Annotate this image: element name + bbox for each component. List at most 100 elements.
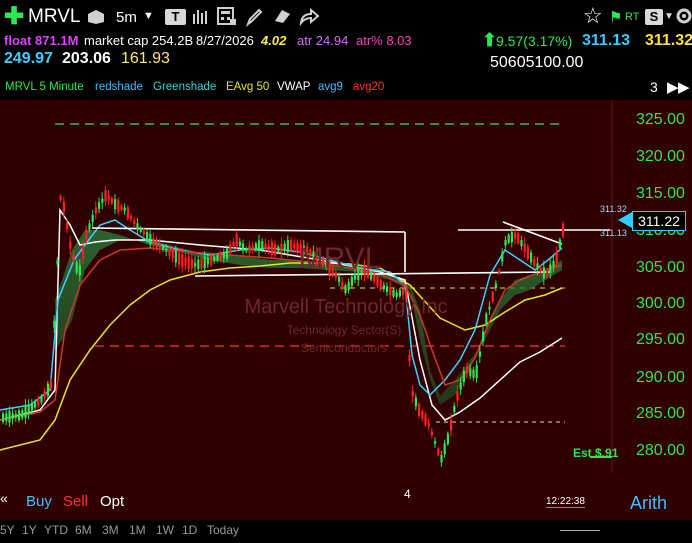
candle-body: [494, 283, 497, 289]
candle-body: [187, 256, 190, 269]
timeframe-5y[interactable]: 5Y: [0, 523, 15, 537]
candle-body: [418, 404, 421, 416]
candle-body: [293, 243, 296, 249]
candle-body: [69, 241, 72, 249]
candle-body: [82, 246, 85, 259]
legend-item-eavg50[interactable]: EAvg 50: [226, 81, 269, 93]
add-icon[interactable]: ✚: [4, 5, 24, 29]
candle-body: [501, 252, 504, 262]
candle-body: [347, 282, 350, 291]
ask-price: 311.32: [645, 32, 692, 49]
legend-next-icon[interactable]: ▶: [678, 78, 690, 96]
legend-item-vwap[interactable]: VWAP: [277, 81, 310, 93]
legend-item-avg20[interactable]: avg20: [353, 81, 384, 93]
candle-body: [453, 405, 456, 413]
candle-body: [523, 243, 526, 253]
candle-body: [443, 443, 446, 455]
candle-body: [206, 257, 209, 265]
candle-body: [162, 246, 165, 250]
candle-body: [507, 234, 510, 243]
sell-button[interactable]: Sell: [63, 493, 88, 510]
candle-body: [344, 285, 347, 294]
candle-body: [408, 354, 411, 362]
scale-mode-button[interactable]: Arith: [630, 493, 667, 514]
timeframe-today[interactable]: Today: [207, 523, 239, 537]
candle-body: [120, 205, 123, 211]
candle-body: [168, 248, 171, 256]
volume-text: 50605100.00: [490, 54, 584, 71]
candle-body: [542, 267, 545, 279]
candle-body: [200, 257, 203, 269]
candle-body: [482, 331, 485, 342]
candle-body: [190, 258, 193, 269]
candle-body: [27, 405, 30, 414]
watermark-symbol: MRVL: [299, 242, 382, 275]
candle-body: [290, 239, 293, 251]
back-arrows-icon[interactable]: «: [0, 490, 8, 506]
text-tool-icon[interactable]: T: [165, 9, 186, 25]
estimate-label: Est $.91: [573, 446, 619, 460]
chevron-down-icon[interactable]: ▼: [143, 10, 154, 22]
y-tick-315: 315.00: [636, 185, 685, 202]
candle-body: [104, 190, 107, 202]
candle-body: [40, 396, 43, 403]
candle-body: [562, 223, 565, 237]
candle-body: [555, 251, 558, 264]
candle-body: [219, 252, 222, 261]
legend-expand-icon[interactable]: ▶: [667, 78, 679, 96]
interval-select[interactable]: 5m: [116, 9, 137, 26]
sv-chevron-icon[interactable]: ▼: [664, 11, 674, 22]
buy-button[interactable]: Buy: [26, 493, 52, 510]
y-tick-290: 290.00: [636, 369, 685, 386]
symbol-label[interactable]: MRVL: [28, 6, 80, 28]
bar-chart-icon[interactable]: [191, 8, 209, 26]
star-icon[interactable]: ☆: [583, 3, 603, 29]
candle-body: [216, 254, 219, 261]
settings-gear-icon[interactable]: [674, 6, 692, 26]
timeframe-1y[interactable]: 1Y: [22, 523, 37, 537]
float-text: float 871.1M: [4, 33, 79, 48]
watermark-industry: Semiconductors: [301, 341, 387, 355]
realtime-flag-icon[interactable]: ⚑: [609, 8, 622, 26]
x-axis-label: 4: [404, 487, 411, 501]
candle-body: [478, 351, 481, 357]
candle-body: [350, 276, 353, 286]
resistance-trendline: [91, 227, 406, 233]
pencil-icon[interactable]: [245, 7, 263, 27]
candle-body: [155, 239, 158, 249]
calculator-icon[interactable]: [216, 6, 236, 26]
candle-body: [258, 240, 261, 251]
legend-item-redshade[interactable]: redshade: [95, 81, 143, 93]
share-icon[interactable]: [298, 6, 320, 26]
timeframe-1m[interactable]: 1M: [129, 523, 146, 537]
timeframe-1w[interactable]: 1W: [156, 523, 174, 537]
timeframe-1d[interactable]: 1D: [182, 523, 197, 537]
candle-body: [414, 397, 417, 407]
high-value: 249.97: [4, 50, 53, 67]
bottom-scrollbar[interactable]: [560, 530, 600, 531]
timeframe-ytd[interactable]: YTD: [44, 523, 68, 537]
candle-body: [248, 245, 251, 253]
candle-body: [184, 257, 187, 266]
candle-body: [72, 253, 75, 262]
candle-body: [386, 286, 389, 292]
candle-body: [382, 284, 385, 289]
sv-button[interactable]: S: [645, 9, 663, 25]
legend-item-avg9[interactable]: avg9: [318, 81, 343, 93]
legend-item-mrvl-5-minute[interactable]: MRVL 5 Minute: [5, 81, 84, 93]
candle-body: [152, 238, 155, 245]
options-button[interactable]: Opt: [100, 493, 124, 510]
tag-icon[interactable]: [86, 8, 106, 26]
eraser-icon[interactable]: [272, 7, 292, 25]
avg20-line: [0, 247, 563, 421]
watermark-name: Marvell Technology Inc: [244, 296, 447, 318]
candle-body: [142, 230, 145, 235]
candle-body: [2, 413, 5, 423]
candle-body: [389, 286, 392, 296]
legend-item-greenshade[interactable]: Greenshade: [153, 81, 216, 93]
price-chart[interactable]: MRVL Marvell Technology Inc Technology S…: [0, 100, 692, 520]
candle-body: [402, 288, 405, 295]
bid-mini-tag: 311.13: [600, 228, 627, 238]
timeframe-6m[interactable]: 6M: [75, 523, 92, 537]
timeframe-3m[interactable]: 3M: [102, 523, 119, 537]
